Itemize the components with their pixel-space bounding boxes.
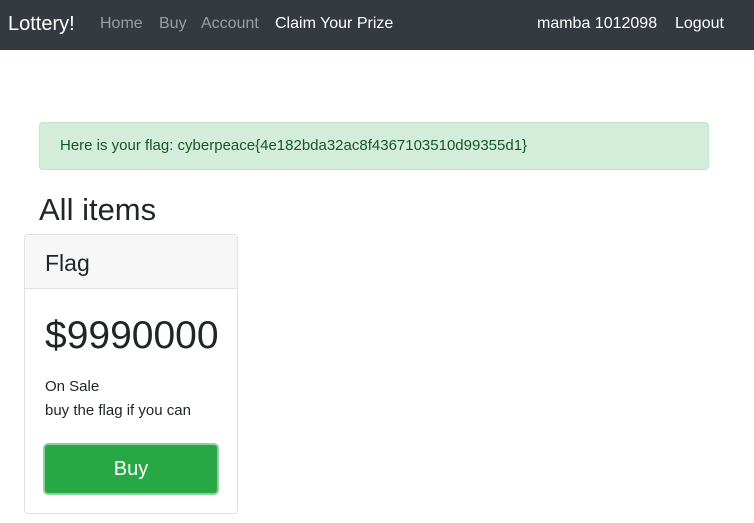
flag-alert-text: Here is your flag: cyberpeace{4e182bda32… [60,137,528,154]
nav-home[interactable]: Home [100,14,143,34]
item-card: Flag $9990000 On Sale buy the flag if yo… [24,234,238,514]
buy-button[interactable]: Buy [43,443,219,495]
item-price: $9990000 [45,314,219,357]
card-header: Flag [25,235,237,289]
nav-buy[interactable]: Buy [159,14,187,34]
brand-logo[interactable]: Lottery! [8,12,75,36]
navbar: Lottery! Home Buy Account Claim Your Pri… [0,0,754,50]
item-description: buy the flag if you can [45,402,191,419]
nav-account[interactable]: Account [201,14,259,34]
user-info[interactable]: mamba 1012098 [537,14,657,34]
nav-claim-prize[interactable]: Claim Your Prize [275,14,393,34]
item-status: On Sale [45,378,100,395]
page-title: All items [39,192,157,227]
logout-link[interactable]: Logout [675,14,724,34]
flag-alert: Here is your flag: cyberpeace{4e182bda32… [39,122,709,170]
